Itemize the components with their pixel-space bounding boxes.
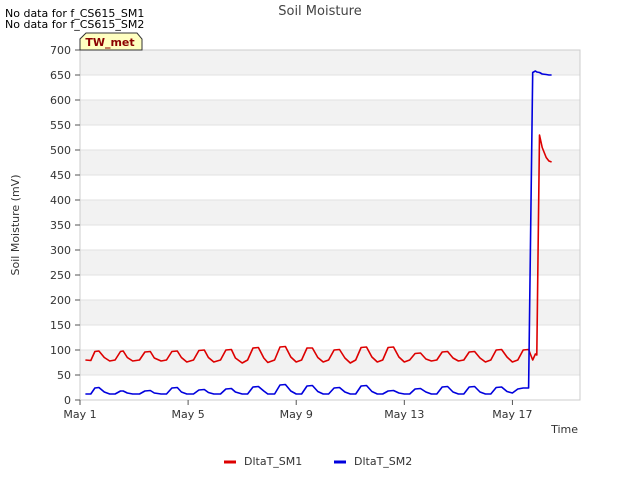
x-axis-ticks: May 1 May 5 May 9 May 13 May 17 [63, 400, 533, 421]
grid-bands [80, 49, 580, 401]
grid-band [80, 175, 580, 200]
x-tick-label: May 9 [280, 408, 313, 421]
grid-band [80, 250, 580, 275]
y-tick-label: 50 [57, 369, 71, 382]
y-tick-label: 350 [50, 219, 71, 232]
grid-band [80, 200, 580, 225]
y-tick-label: 650 [50, 69, 71, 82]
grid-band [80, 75, 580, 100]
x-tick-label: May 5 [171, 408, 204, 421]
tw-met-badge: TW_met [79, 32, 143, 51]
chart-page: No data for f_CS615_SM1 No data for f_CS… [0, 0, 640, 480]
y-tick-label: 0 [64, 394, 71, 407]
y-tick-label: 600 [50, 94, 71, 107]
x-tick-label: May 1 [63, 408, 96, 421]
grid-band [80, 100, 580, 125]
chart-title: Soil Moisture [278, 4, 362, 19]
y-tick-label: 550 [50, 119, 71, 132]
y-tick-label: 200 [50, 294, 71, 307]
badge-label: TW_met [85, 36, 134, 49]
y-tick-label: 450 [50, 169, 71, 182]
legend-label: DltaT_SM1 [244, 455, 302, 468]
y-tick-label: 400 [50, 194, 71, 207]
y-tick-label: 100 [50, 344, 71, 357]
y-tick-label: 700 [50, 44, 71, 57]
legend: DltaT_SM1 DltaT_SM2 [224, 455, 412, 468]
y-axis-ticks: 0 50 100 150 200 250 300 350 400 450 500 550 600 650 7… [50, 44, 80, 407]
x-axis-label: Time [550, 423, 578, 436]
grid-band [80, 150, 580, 175]
x-tick-label: May 13 [384, 408, 424, 421]
legend-label: DltaT_SM2 [354, 455, 412, 468]
grid-band [80, 300, 580, 325]
grid-band [80, 325, 580, 350]
y-tick-label: 500 [50, 144, 71, 157]
grid-band [80, 50, 580, 75]
y-axis-label: Soil Moisture (mV) [9, 175, 22, 276]
y-tick-label: 300 [50, 244, 71, 257]
x-tick-label: May 17 [492, 408, 532, 421]
grid-band [80, 225, 580, 250]
grid-band [80, 125, 580, 150]
grid-band [80, 375, 580, 400]
soil-moisture-chart: Soil Moisture 0 50 100 150 200 250 300 350 400 45… [9, 4, 581, 468]
grid-band [80, 275, 580, 300]
y-tick-label: 250 [50, 269, 71, 282]
y-tick-label: 150 [50, 319, 71, 332]
